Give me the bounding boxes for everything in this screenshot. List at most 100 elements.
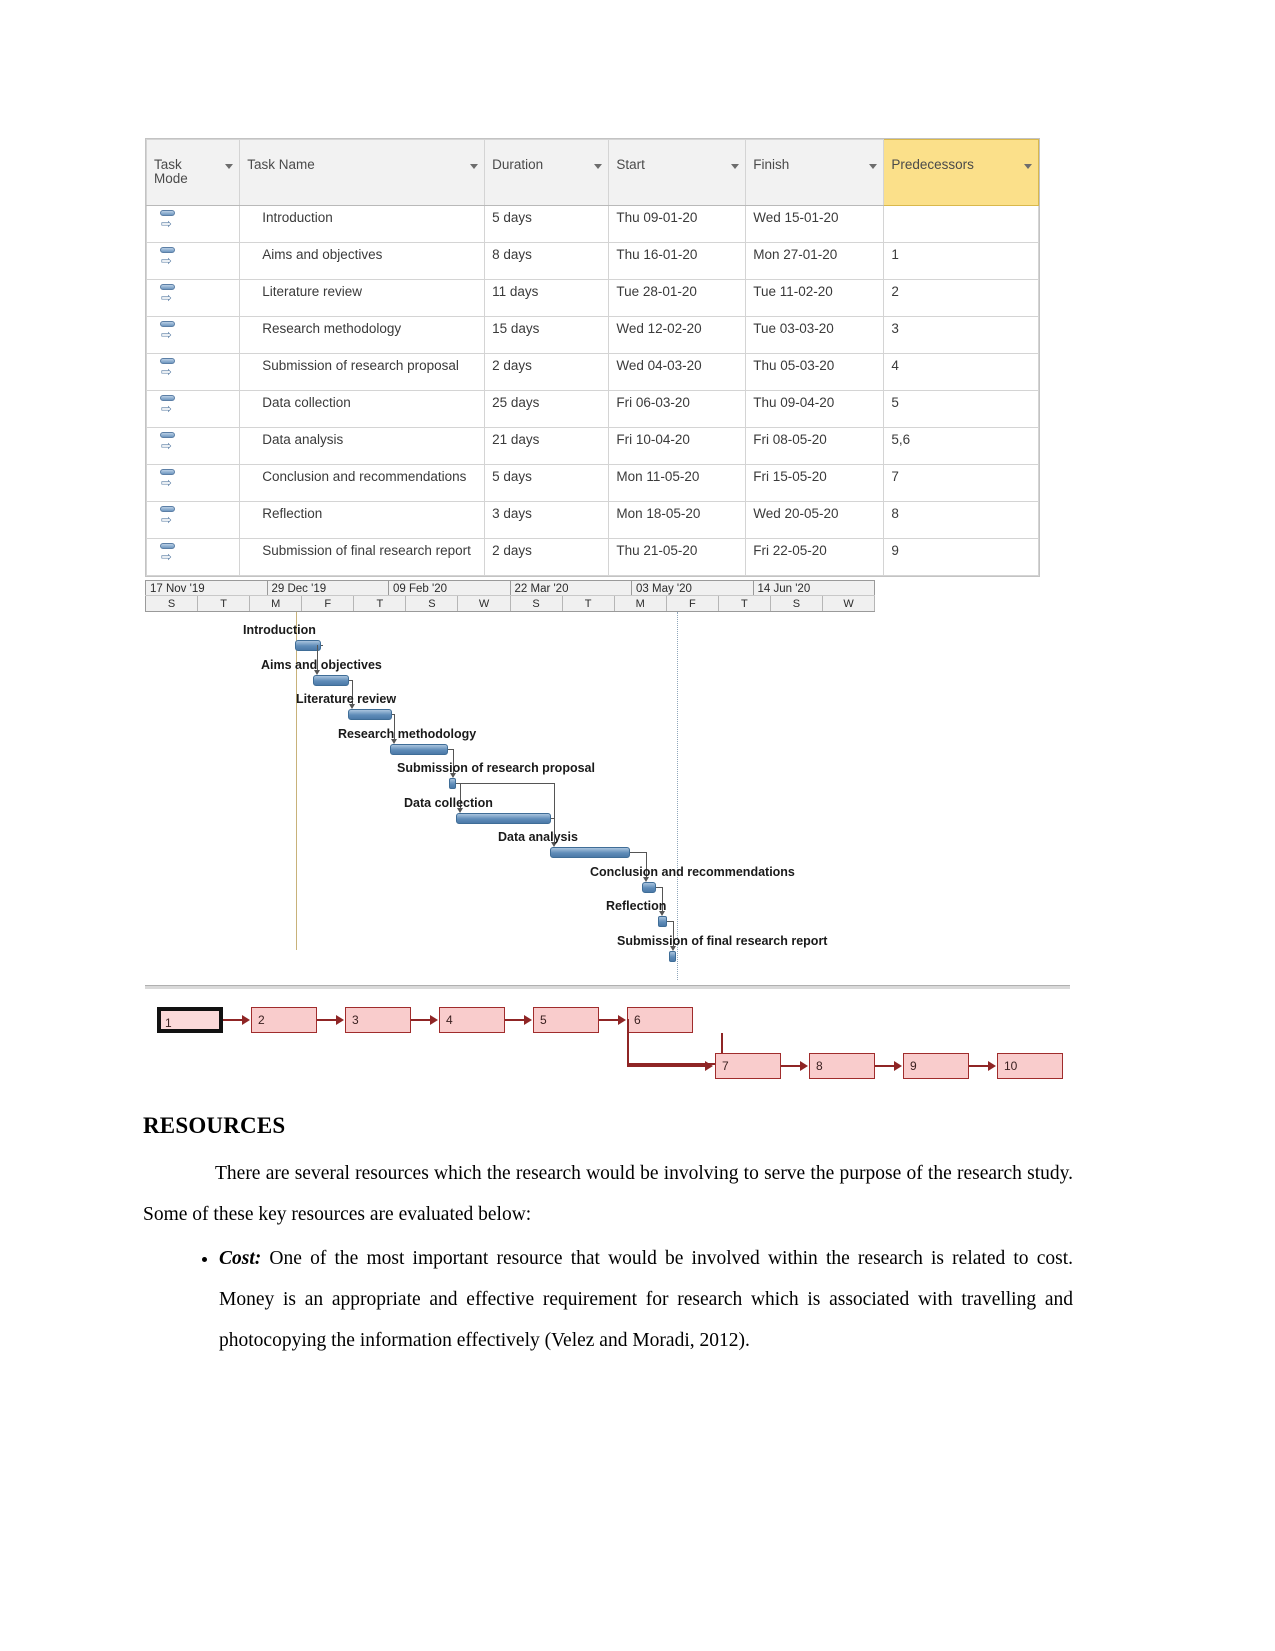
- column-header-task-name[interactable]: Task Name: [239, 139, 486, 206]
- finish-cell[interactable]: Fri 15-05-20: [745, 463, 885, 502]
- task-mode-cell[interactable]: ⇨: [145, 352, 241, 391]
- gantt-bar[interactable]: [642, 881, 656, 893]
- table-row[interactable]: ⇨ Data collection 25 days Fri 06-03-20 Thu 0…: [145, 389, 1039, 428]
- network-node[interactable]: 9: [903, 1053, 969, 1079]
- finish-cell[interactable]: Thu 05-03-20: [745, 352, 885, 391]
- start-cell[interactable]: Thu 21-05-20: [608, 537, 747, 576]
- start-cell[interactable]: Mon 18-05-20: [608, 500, 747, 539]
- start-cell[interactable]: Mon 11-05-20: [608, 463, 747, 502]
- duration-cell[interactable]: 2 days: [484, 352, 610, 391]
- task-name-cell[interactable]: Conclusion and recommendations: [239, 463, 486, 502]
- chevron-down-icon[interactable]: [1024, 164, 1032, 170]
- duration-cell[interactable]: 5 days: [484, 204, 610, 243]
- predecessors-cell[interactable]: [883, 204, 1039, 243]
- gantt-bar[interactable]: [348, 709, 392, 720]
- task-mode-cell[interactable]: ⇨: [145, 389, 241, 428]
- task-mode-cell[interactable]: ⇨: [145, 315, 241, 354]
- start-cell[interactable]: Fri 10-04-20: [608, 426, 747, 465]
- task-name-cell[interactable]: Literature review: [239, 278, 486, 317]
- gantt-bar[interactable]: [390, 743, 448, 755]
- gantt-bar[interactable]: [313, 674, 349, 686]
- table-row[interactable]: ⇨ Introduction 5 days Thu 09-01-20 Wed 15-01…: [145, 204, 1039, 243]
- network-node[interactable]: 3: [345, 1007, 411, 1033]
- column-header-start[interactable]: Start: [608, 139, 747, 206]
- gantt-bar[interactable]: [658, 916, 667, 927]
- network-node[interactable]: 7: [715, 1053, 781, 1079]
- chevron-down-icon[interactable]: [731, 164, 740, 170]
- chevron-down-icon[interactable]: [225, 164, 234, 170]
- table-row[interactable]: ⇨ Submission of final research report 2 da…: [145, 537, 1039, 576]
- chevron-down-icon[interactable]: [470, 164, 479, 170]
- column-header-duration[interactable]: Duration: [484, 139, 610, 206]
- task-name-cell[interactable]: Introduction: [239, 204, 486, 243]
- chevron-down-icon[interactable]: [869, 164, 878, 170]
- predecessors-cell[interactable]: 3: [883, 315, 1039, 354]
- task-mode-cell[interactable]: ⇨: [145, 278, 241, 317]
- table-row[interactable]: ⇨ Reflection 3 days Mon 18-05-20 Wed 20-05-2…: [145, 500, 1039, 539]
- gantt-bar[interactable]: [449, 778, 456, 789]
- duration-cell[interactable]: 21 days: [484, 426, 610, 465]
- column-header-predecessors[interactable]: Predecessors: [883, 139, 1039, 206]
- duration-cell[interactable]: 3 days: [484, 500, 610, 539]
- finish-cell[interactable]: Tue 03-03-20: [745, 315, 885, 354]
- task-mode-cell[interactable]: ⇨: [145, 500, 241, 539]
- finish-cell[interactable]: Wed 20-05-20: [745, 500, 885, 539]
- finish-cell[interactable]: Fri 08-05-20: [745, 426, 885, 465]
- task-mode-cell[interactable]: ⇨: [145, 463, 241, 502]
- gantt-bar[interactable]: [669, 950, 676, 962]
- task-name-cell[interactable]: Data collection: [239, 389, 486, 428]
- table-row[interactable]: ⇨ Literature review 11 days Tue 28-01-20 Tue…: [145, 278, 1039, 317]
- predecessors-cell[interactable]: 7: [883, 463, 1039, 502]
- start-cell[interactable]: Thu 16-01-20: [608, 241, 747, 280]
- start-cell[interactable]: Wed 04-03-20: [608, 352, 747, 391]
- gantt-bar[interactable]: [550, 847, 630, 858]
- task-name-cell[interactable]: Reflection: [239, 500, 486, 539]
- predecessors-cell[interactable]: 5: [883, 389, 1039, 428]
- network-node[interactable]: 2: [251, 1007, 317, 1033]
- predecessors-cell[interactable]: 5,6: [883, 426, 1039, 465]
- finish-cell[interactable]: Fri 22-05-20: [745, 537, 885, 576]
- duration-cell[interactable]: 25 days: [484, 389, 610, 428]
- network-node[interactable]: 6: [627, 1007, 693, 1033]
- chevron-down-icon[interactable]: [594, 164, 603, 170]
- task-name-cell[interactable]: Data analysis: [239, 426, 486, 465]
- predecessors-cell[interactable]: 1: [883, 241, 1039, 280]
- start-cell[interactable]: Fri 06-03-20: [608, 389, 747, 428]
- network-node[interactable]: 8: [809, 1053, 875, 1079]
- network-node[interactable]: 1: [157, 1007, 223, 1033]
- column-header-task-mode[interactable]: Task Mode: [145, 139, 241, 206]
- duration-cell[interactable]: 5 days: [484, 463, 610, 502]
- network-node[interactable]: 4: [439, 1007, 505, 1033]
- table-row[interactable]: ⇨ Research methodology 15 days Wed 12-02-20…: [145, 315, 1039, 354]
- task-name-cell[interactable]: Research methodology: [239, 315, 486, 354]
- column-header-finish[interactable]: Finish: [745, 139, 885, 206]
- table-row[interactable]: ⇨ Aims and objectives 8 days Thu 16-01-20 Mo…: [145, 241, 1039, 280]
- finish-cell[interactable]: Tue 11-02-20: [745, 278, 885, 317]
- network-node[interactable]: 5: [533, 1007, 599, 1033]
- gantt-bar[interactable]: [456, 812, 551, 824]
- table-row[interactable]: ⇨ Data analysis 21 days Fri 10-04-20 Fri 08-…: [145, 426, 1039, 465]
- task-mode-cell[interactable]: ⇨: [145, 426, 241, 465]
- duration-cell[interactable]: 11 days: [484, 278, 610, 317]
- task-mode-cell[interactable]: ⇨: [145, 204, 241, 243]
- predecessors-cell[interactable]: 2: [883, 278, 1039, 317]
- duration-cell[interactable]: 2 days: [484, 537, 610, 576]
- finish-cell[interactable]: Wed 15-01-20: [745, 204, 885, 243]
- duration-cell[interactable]: 8 days: [484, 241, 610, 280]
- task-mode-cell[interactable]: ⇨: [145, 537, 241, 576]
- task-name-cell[interactable]: Submission of final research report: [239, 537, 486, 576]
- predecessors-cell[interactable]: 8: [883, 500, 1039, 539]
- task-name-cell[interactable]: Aims and objectives: [239, 241, 486, 280]
- network-node[interactable]: 10: [997, 1053, 1063, 1079]
- finish-cell[interactable]: Mon 27-01-20: [745, 241, 885, 280]
- predecessors-cell[interactable]: 4: [883, 352, 1039, 391]
- start-cell[interactable]: Thu 09-01-20: [608, 204, 747, 243]
- start-cell[interactable]: Tue 28-01-20: [608, 278, 747, 317]
- table-row[interactable]: ⇨ Submission of research proposal 2 days We…: [145, 352, 1039, 391]
- finish-cell[interactable]: Thu 09-04-20: [745, 389, 885, 428]
- table-row[interactable]: ⇨ Conclusion and recommendations 5 days Mon…: [145, 463, 1039, 502]
- task-mode-cell[interactable]: ⇨: [145, 241, 241, 280]
- duration-cell[interactable]: 15 days: [484, 315, 610, 354]
- task-name-cell[interactable]: Submission of research proposal: [239, 352, 486, 391]
- start-cell[interactable]: Wed 12-02-20: [608, 315, 747, 354]
